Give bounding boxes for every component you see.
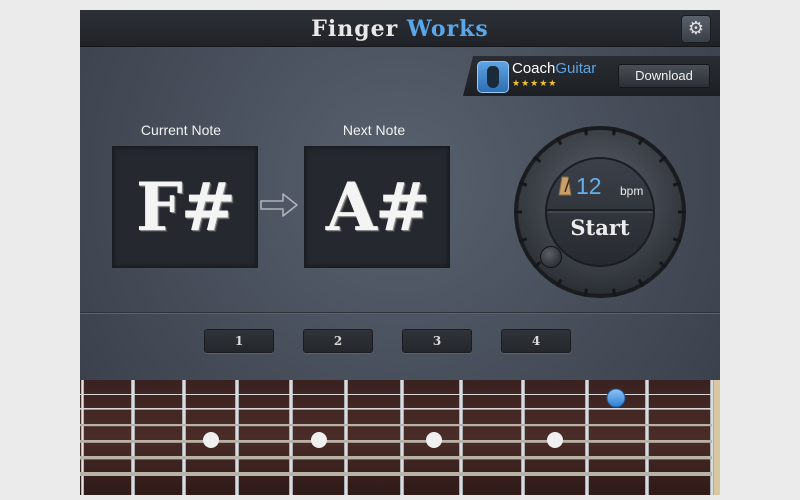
active-finger-marker[interactable] [606, 388, 626, 408]
app-title-word-2: Works [406, 16, 489, 42]
fret-wire [645, 380, 649, 495]
fret-wire [585, 380, 589, 495]
promo-banner[interactable]: CoachGuitar ★★★★★ Download [463, 56, 720, 96]
fret-inlay-dot [203, 432, 219, 448]
tempo-knob-handle[interactable] [540, 246, 562, 268]
gear-icon: ⚙ [687, 18, 705, 39]
position-button-2[interactable]: 2 [303, 329, 373, 353]
fret-wire [289, 380, 293, 495]
bpm-unit-label: bpm [620, 184, 644, 198]
download-button[interactable]: Download [618, 64, 710, 88]
fret-wire [182, 380, 186, 495]
guitar-fretboard[interactable] [80, 380, 720, 495]
fret-wire [521, 380, 525, 495]
promo-name-part-2: Guitar [555, 60, 597, 77]
metronome-icon [558, 176, 572, 196]
fret-wire [710, 380, 714, 495]
start-button[interactable]: Start [546, 210, 654, 246]
fret-inlay-dot [547, 432, 563, 448]
guitar-string [80, 440, 712, 443]
guitar-string [80, 456, 712, 460]
next-note-label: Next Note [342, 122, 406, 138]
next-note-value: A# [304, 146, 450, 268]
fret-inlay-dot [311, 432, 327, 448]
promo-name-part-1: Coach [512, 60, 556, 77]
settings-button[interactable]: ⚙ [681, 15, 711, 43]
fret-wire [131, 380, 135, 495]
promo-rating-stars: ★★★★★ [512, 79, 558, 89]
fret-wire [459, 380, 463, 495]
app-title: Finger Works [80, 16, 720, 42]
promo-app-name: CoachGuitar [512, 60, 596, 77]
fret-wire [344, 380, 348, 495]
position-button-4[interactable]: 4 [501, 329, 571, 353]
current-note-label: Current Note [140, 122, 222, 138]
fret-wire [400, 380, 404, 495]
guitar-string [80, 408, 712, 410]
fret-wire [81, 380, 84, 495]
guitar-app-icon [477, 61, 509, 93]
app-title-word-1: Finger [311, 16, 399, 42]
current-note-value: F# [112, 146, 258, 268]
app-screen: Finger Works ⚙ CoachGuitar ★★★★★ Downloa… [80, 10, 720, 495]
position-button-1[interactable]: 1 [204, 329, 274, 353]
right-arrow-icon [260, 193, 298, 217]
fret-inlay-dot [426, 432, 442, 448]
guitar-string [80, 472, 712, 476]
fret-wire [235, 380, 239, 495]
section-divider [80, 312, 720, 313]
title-bar: Finger Works ⚙ [80, 10, 720, 47]
position-button-3[interactable]: 3 [402, 329, 472, 353]
bpm-value[interactable]: 12 [576, 173, 602, 200]
guitar-string [80, 424, 712, 427]
